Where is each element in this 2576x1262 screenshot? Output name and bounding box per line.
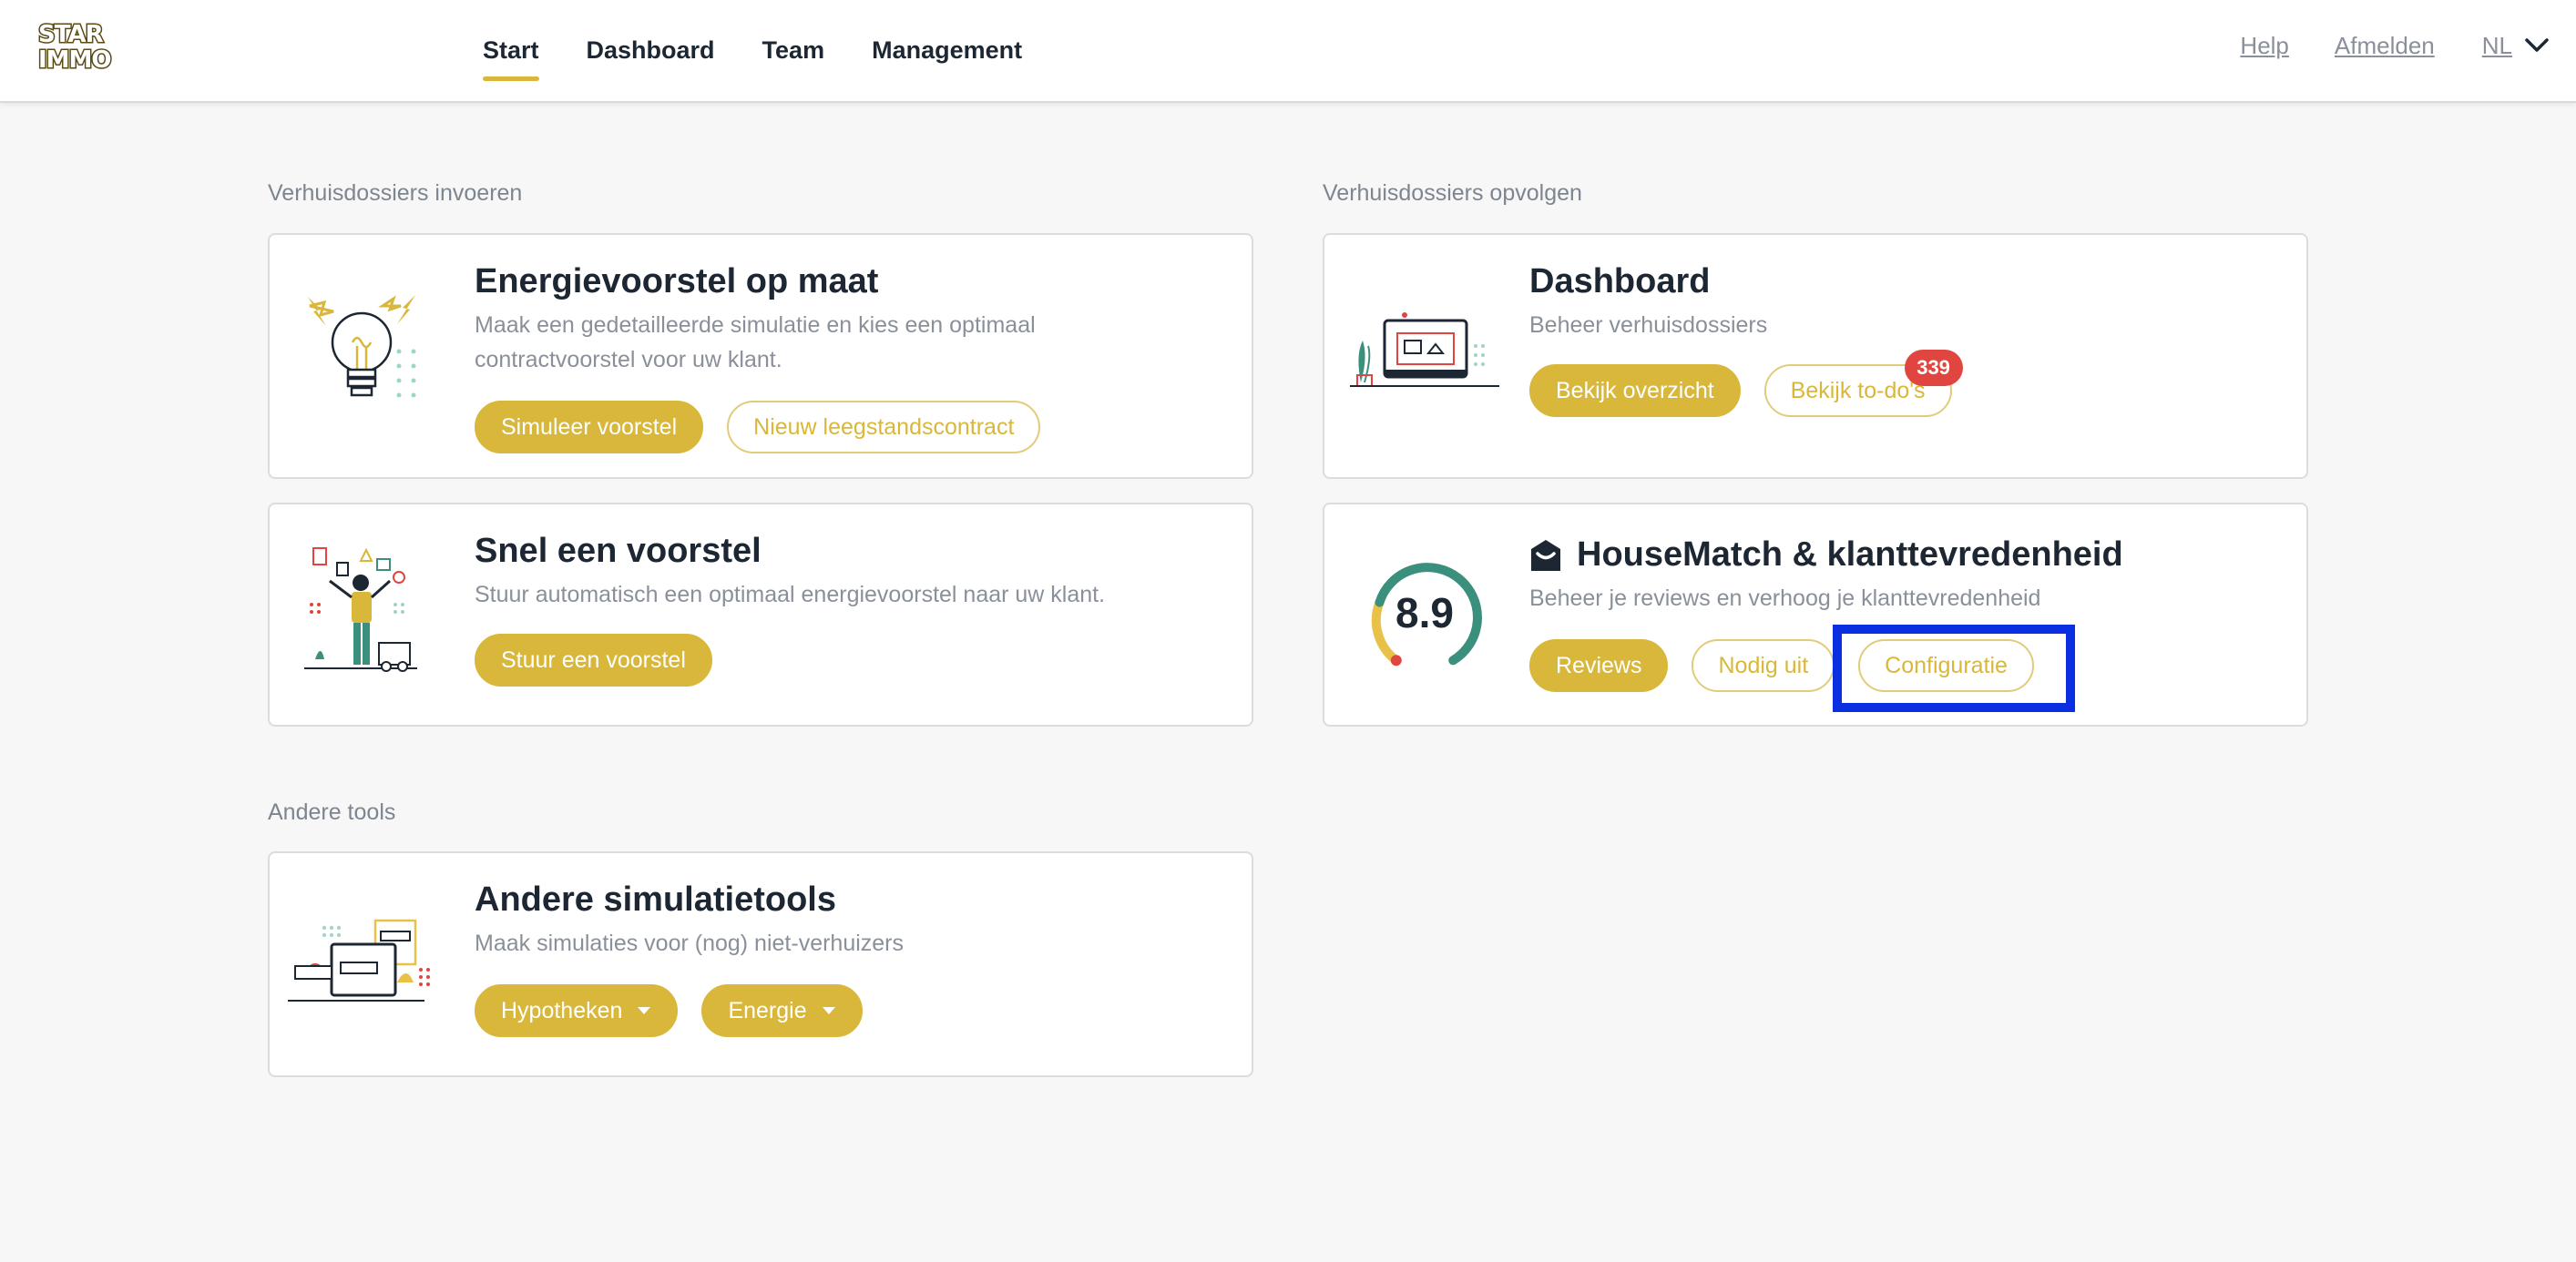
card-other-tools: Andere simulatietools Maak simulaties vo… (268, 851, 1253, 1077)
nav-item-dashboard[interactable]: Dashboard (587, 31, 715, 70)
language-selector[interactable]: NL (2482, 32, 2549, 60)
housematch-title-row: HouseMatch & klanttevredenheid (1529, 535, 2123, 575)
nav-item-management[interactable]: Management (872, 31, 1022, 70)
house-icon (1531, 539, 1560, 571)
card-title: Energievoorstel op maat (475, 262, 879, 300)
laptop-icon (1350, 310, 1505, 396)
card-title: Dashboard (1529, 262, 1711, 300)
top-navigation-bar: STAR IMMO Start Dashboard Team Managemen… (0, 0, 2576, 103)
card-title: Andere simulatietools (475, 880, 836, 919)
person-juggling-icon (302, 541, 421, 691)
caret-down-icon (638, 1007, 651, 1014)
card-actions: Stuur een voorstel (475, 634, 712, 687)
mortgages-label: Hypotheken (501, 997, 623, 1023)
card-description: Stuur automatisch een optimaal energievo… (475, 582, 1106, 607)
caret-down-icon (822, 1007, 835, 1014)
chevron-down-icon (2525, 38, 2549, 52)
main-nav: Start Dashboard Team Management (483, 0, 1069, 101)
card-description: Maak simulaties voor (nog) niet-verhuize… (475, 931, 905, 956)
energy-dropdown-button[interactable]: Energie (701, 984, 863, 1037)
reviews-button[interactable]: Reviews (1529, 639, 1669, 692)
mortgages-dropdown-button[interactable]: Hypotheken (475, 984, 679, 1037)
card-dashboard: Dashboard Beheer verhuisdossiers Bekijk … (1323, 233, 2308, 479)
card-description-line1: Maak een gedetailleerde simulatie en kie… (475, 312, 1036, 338)
card-description: Beheer je reviews en verhoog je klanttev… (1529, 585, 2041, 611)
new-vacancy-contract-button[interactable]: Nieuw leegstandscontract (727, 401, 1041, 453)
send-proposal-button[interactable]: Stuur een voorstel (475, 634, 712, 687)
card-description: Beheer verhuisdossiers (1529, 312, 1768, 338)
section-title-enter: Verhuisdossiers invoeren (268, 180, 523, 206)
card-actions: Simuleer voorstel Nieuw leegstandscontra… (475, 401, 1041, 453)
card-description-line2: contractvoorstel voor uw klant. (475, 347, 782, 372)
svg-text:STAR: STAR (38, 21, 104, 48)
help-link[interactable]: Help (2240, 32, 2288, 60)
section-title-other: Andere tools (268, 799, 396, 825)
card-actions: Hypotheken Energie (475, 984, 863, 1037)
todo-count-badge: 339 (1904, 350, 1963, 386)
logout-link[interactable]: Afmelden (2335, 32, 2435, 60)
card-actions: Bekijk overzicht Bekijk to-do's 339 (1529, 350, 1963, 417)
card-energy-proposal: Energievoorstel op maat Maak een gedetai… (268, 233, 1253, 479)
card-title: Snel een voorstel (475, 532, 762, 570)
card-actions: Reviews Nodig uit Configuratie (1529, 639, 2034, 692)
nav-item-team[interactable]: Team (762, 31, 825, 70)
nav-item-start[interactable]: Start (483, 31, 539, 81)
view-todos-label: Bekijk to-do's (1790, 377, 1926, 403)
language-label: NL (2481, 31, 2512, 59)
energy-label: Energie (728, 997, 807, 1023)
section-title-follow: Verhuisdossiers opvolgen (1323, 180, 1582, 206)
satisfaction-score-gauge: 8.9 (1361, 561, 1488, 675)
configuration-button[interactable]: Configuratie (1858, 639, 2034, 692)
card-housematch: 8.9 HouseMatch & klanttevredenheid Behee… (1323, 503, 2308, 727)
svg-text:IMMO: IMMO (38, 46, 111, 71)
view-todos-button[interactable]: Bekijk to-do's 339 (1763, 350, 1963, 417)
star-immo-logo[interactable]: STAR IMMO (36, 18, 128, 76)
card-title: HouseMatch & klanttevredenheid (1577, 535, 2123, 574)
lightbulb-icon (302, 279, 430, 420)
invite-button[interactable]: Nodig uit (1692, 639, 1835, 692)
satisfaction-score: 8.9 (1395, 589, 1454, 636)
simulate-proposal-button[interactable]: Simuleer voorstel (475, 401, 704, 453)
view-overview-button[interactable]: Bekijk overzicht (1529, 364, 1741, 417)
top-right-links: Help Afmelden NL (2194, 0, 2549, 91)
card-quick-proposal: Snel een voorstel Stuur automatisch een … (268, 503, 1253, 727)
meters-icon (288, 919, 443, 1014)
